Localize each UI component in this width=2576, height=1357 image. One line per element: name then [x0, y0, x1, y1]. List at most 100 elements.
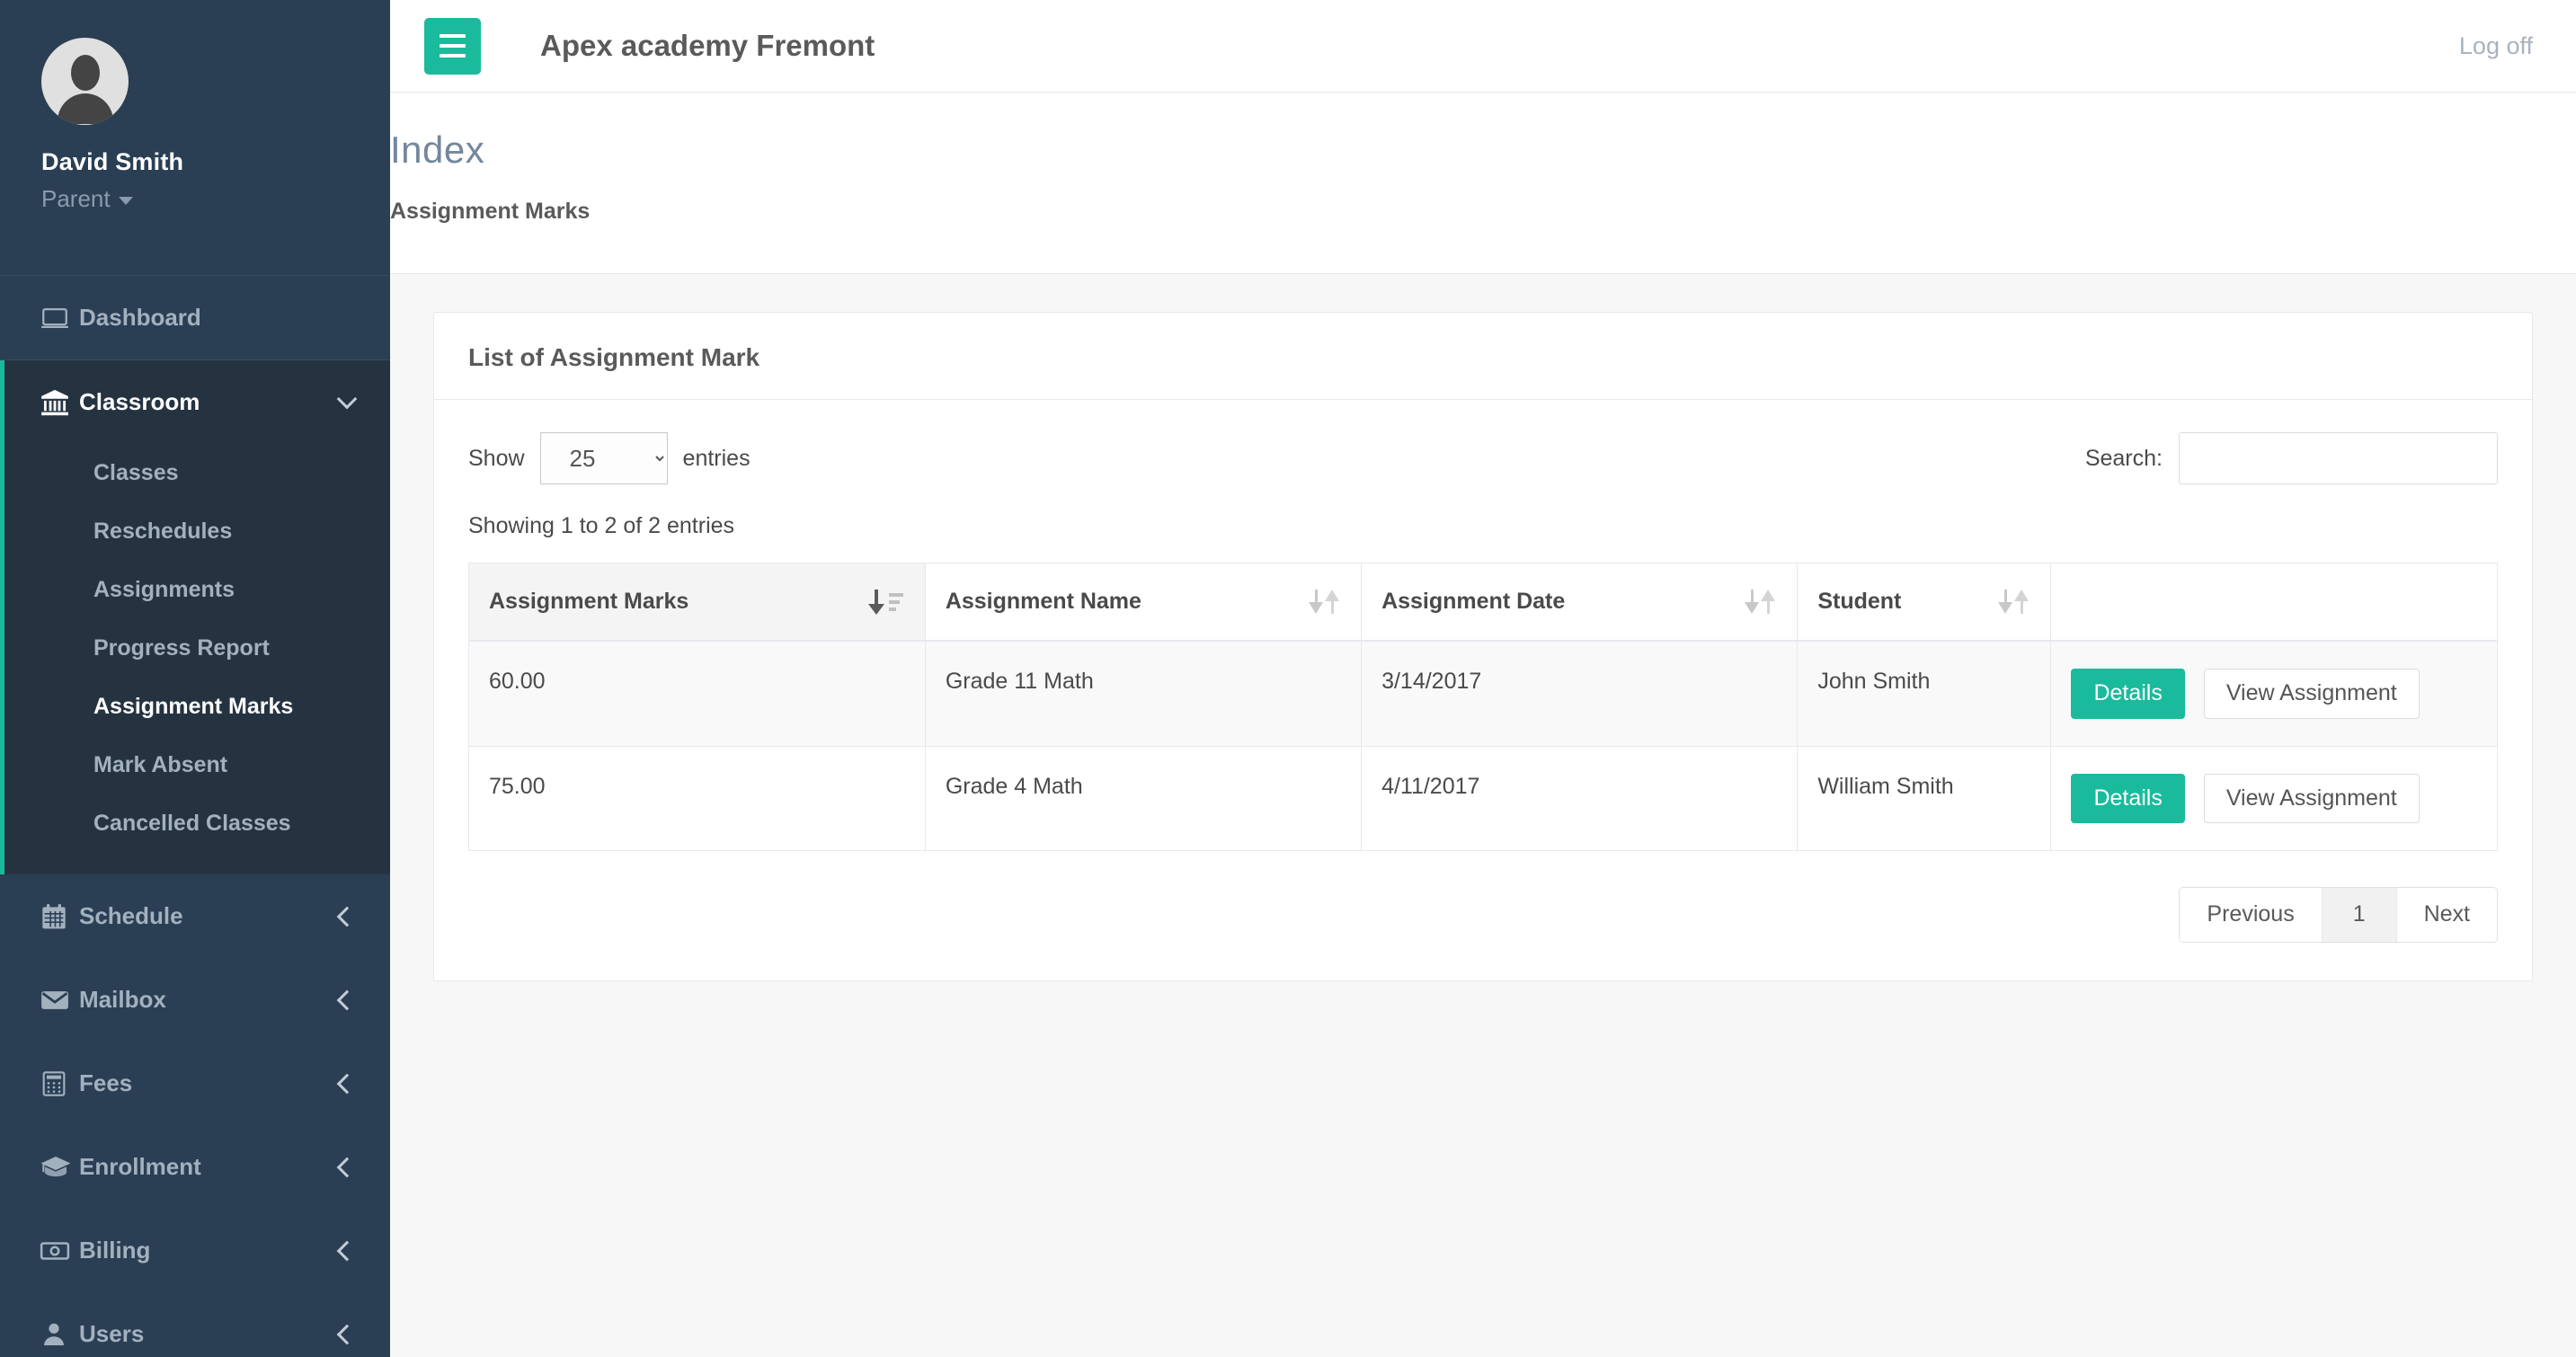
sidebar-item-label: Classroom [79, 388, 200, 415]
column-header-assignment-date[interactable]: Assignment Date [1361, 563, 1799, 642]
sidebar-item-label: Enrollment [79, 1153, 201, 1180]
breadcrumb: Assignment Marks [390, 199, 591, 224]
view-assignment-button[interactable]: View Assignment [2203, 669, 2420, 719]
calendar-icon [40, 902, 79, 931]
sidebar-item-classroom[interactable]: Classroom [0, 360, 390, 444]
sidebar-item-schedule[interactable]: Schedule [0, 874, 390, 958]
pagination-previous-button[interactable]: Previous [2180, 888, 2323, 942]
calculator-icon [40, 1069, 79, 1098]
details-button[interactable]: Details [2071, 669, 2185, 719]
sidebar-item-progress-report[interactable]: Progress Report [0, 619, 390, 678]
card-header: List of Assignment Mark [434, 313, 2532, 400]
sidebar-item-fees[interactable]: Fees [0, 1042, 390, 1125]
table-header-row: Assignment Marks Assignment Name Assignm… [468, 563, 2498, 642]
table-head: Assignment Marks Assignment Name Assignm… [468, 563, 2498, 642]
sidebar-item-reschedules[interactable]: Reschedules [0, 502, 390, 561]
sidebar-item-users[interactable]: Users [0, 1292, 390, 1357]
sidebar: David Smith Parent Dashboard Classroom C… [0, 0, 390, 1357]
datatable-info: Showing 1 to 2 of 2 entries [468, 513, 735, 538]
table-row: 60.00 Grade 11 Math 3/14/2017 John Smith… [468, 640, 2498, 747]
profile-role-label: Parent [41, 185, 111, 212]
page-heading: Index [390, 129, 485, 171]
sidebar-item-mailbox[interactable]: Mailbox [0, 958, 390, 1042]
search-label: Search: [2084, 445, 2163, 471]
sidebar-item-dashboard[interactable]: Dashboard [0, 276, 390, 359]
caret-down-icon [118, 197, 133, 205]
pagination-page-1-button[interactable]: 1 [2322, 888, 2397, 942]
chevron-left-icon [336, 1324, 358, 1344]
pagination: Previous 1 Next [468, 887, 2498, 943]
column-label: Student [1817, 589, 1902, 614]
pager-group: Previous 1 Next [2179, 887, 2498, 943]
sidebar-block-classroom: Classroom Classes Reschedules Assignment… [0, 360, 390, 874]
main-area: Apex academy Fremont Log off Index Assig… [390, 0, 2576, 1357]
logoff-link[interactable]: Log off [2459, 32, 2533, 60]
column-label: Assignment Date [1381, 589, 1566, 614]
sidebar-subnav-classroom: Classes Reschedules Assignments Progress… [0, 444, 390, 874]
sort-icon [1309, 590, 1340, 614]
envelope-icon [40, 985, 79, 1016]
profile-role-dropdown[interactable]: Parent [41, 185, 390, 213]
sidebar-item-label: Dashboard [79, 304, 201, 331]
datatable-search-control: Search: [2085, 432, 2498, 484]
sort-icon [1745, 590, 1776, 614]
pagination-next-button[interactable]: Next [2396, 888, 2497, 942]
sidebar-profile: David Smith Parent [0, 0, 390, 275]
sort-icon [1998, 590, 2030, 614]
cell-assignment-name: Grade 11 Math [924, 640, 1363, 747]
sidebar-block-schedule: Schedule [0, 874, 390, 958]
view-assignment-button[interactable]: View Assignment [2203, 773, 2420, 823]
user-avatar-icon [41, 38, 129, 125]
chevron-left-icon [336, 1157, 358, 1177]
bank-icon [40, 387, 79, 418]
sidebar-item-cancelled-classes[interactable]: Cancelled Classes [0, 794, 390, 853]
page-header: Index Assignment Marks [390, 93, 2576, 274]
sidebar-item-assignment-marks[interactable]: Assignment Marks [0, 678, 390, 736]
sidebar-item-classes[interactable]: Classes [0, 444, 390, 502]
datatable-controls: Show 10 25 50 100 entries Search: [468, 432, 2498, 484]
details-button[interactable]: Details [2071, 773, 2185, 823]
cell-student: John Smith [1797, 640, 2052, 747]
cell-marks: 75.00 [468, 745, 926, 851]
chevron-left-icon [336, 1073, 358, 1094]
cell-student: William Smith [1797, 745, 2052, 851]
money-bill-icon [40, 1236, 79, 1266]
assignment-marks-card: List of Assignment Mark Show 10 25 50 10… [433, 312, 2533, 981]
entries-label: entries [682, 445, 751, 471]
page-title: Apex academy Fremont [540, 29, 875, 62]
app-root: David Smith Parent Dashboard Classroom C… [0, 0, 2576, 1357]
show-label: Show [468, 445, 525, 471]
assignment-marks-table: Assignment Marks Assignment Name Assignm… [468, 563, 2498, 851]
sidebar-item-mark-absent[interactable]: Mark Absent [0, 736, 390, 794]
user-icon [40, 1320, 79, 1349]
card-title: List of Assignment Mark [468, 343, 760, 371]
sidebar-block-enrollment: Enrollment [0, 1125, 390, 1209]
sidebar-block-fees: Fees [0, 1042, 390, 1125]
sidebar-item-assignments[interactable]: Assignments [0, 561, 390, 619]
sidebar-item-enrollment[interactable]: Enrollment [0, 1125, 390, 1209]
topbar: Apex academy Fremont Log off [390, 0, 2576, 93]
hamburger-icon[interactable] [424, 17, 481, 75]
card-body: Show 10 25 50 100 entries Search: [434, 400, 2532, 980]
profile-name: David Smith [41, 148, 184, 175]
chevron-left-icon [336, 1240, 358, 1261]
sort-amount-desc-icon [867, 589, 903, 615]
entries-per-page-select[interactable]: 10 25 50 100 [539, 432, 668, 484]
column-header-student[interactable]: Student [1797, 563, 2052, 642]
search-input[interactable] [2179, 432, 2498, 484]
cell-marks: 60.00 [468, 640, 926, 747]
sidebar-block-users: Users [0, 1292, 390, 1357]
sidebar-item-billing[interactable]: Billing [0, 1209, 390, 1292]
chevron-down-icon [336, 388, 358, 409]
sidebar-item-label: Fees [79, 1069, 133, 1096]
column-header-assignment-name[interactable]: Assignment Name [924, 563, 1363, 642]
column-label: Assignment Name [945, 589, 1141, 614]
chevron-left-icon [336, 989, 358, 1010]
sidebar-block-dashboard: Dashboard [0, 276, 390, 359]
column-header-assignment-marks[interactable]: Assignment Marks [468, 563, 926, 642]
sidebar-block-billing: Billing [0, 1209, 390, 1292]
cell-assignment-name: Grade 4 Math [924, 745, 1363, 851]
sidebar-block-mailbox: Mailbox [0, 958, 390, 1042]
cell-actions: Details View Assignment [2050, 745, 2498, 851]
cell-assignment-date: 3/14/2017 [1361, 640, 1799, 747]
